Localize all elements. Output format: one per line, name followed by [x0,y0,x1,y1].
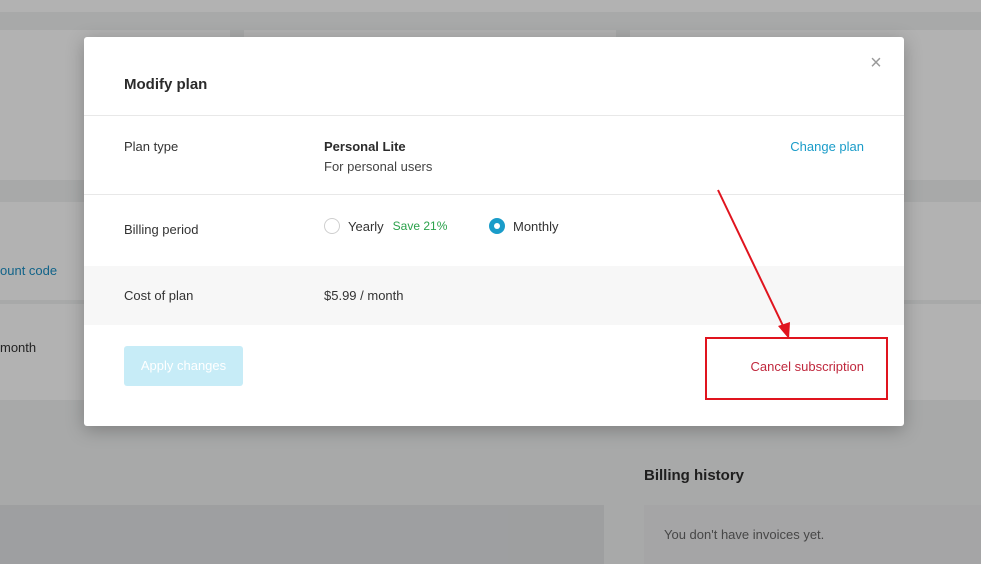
billing-period-label: Billing period [124,222,199,237]
dialog-title: Modify plan [124,76,208,93]
plan-type-row: Plan type Personal Lite For personal use… [84,115,904,195]
plan-type-label: Plan type [124,139,179,154]
monthly-radio[interactable] [489,218,505,234]
yearly-option[interactable]: Yearly Save 21% [324,218,447,234]
save-badge: Save 21% [392,219,448,233]
monthly-label[interactable]: Monthly [513,219,559,234]
change-plan-link[interactable]: Change plan [790,139,864,154]
billing-period-row: Billing period Yearly Save 21% Monthly [84,195,904,266]
monthly-option[interactable]: Monthly [489,218,559,234]
cost-label: Cost of plan [124,288,194,303]
close-icon[interactable]: × [866,53,886,73]
cost-value: $5.99 / month [324,288,404,303]
yearly-label[interactable]: Yearly [348,219,384,234]
plan-description: For personal users [324,159,433,174]
apply-changes-button[interactable]: Apply changes [124,346,243,386]
annotation-highlight-box [705,337,888,400]
cost-row: Cost of plan $5.99 / month [84,266,904,325]
plan-name: Personal Lite [324,139,406,154]
yearly-radio[interactable] [324,218,340,234]
